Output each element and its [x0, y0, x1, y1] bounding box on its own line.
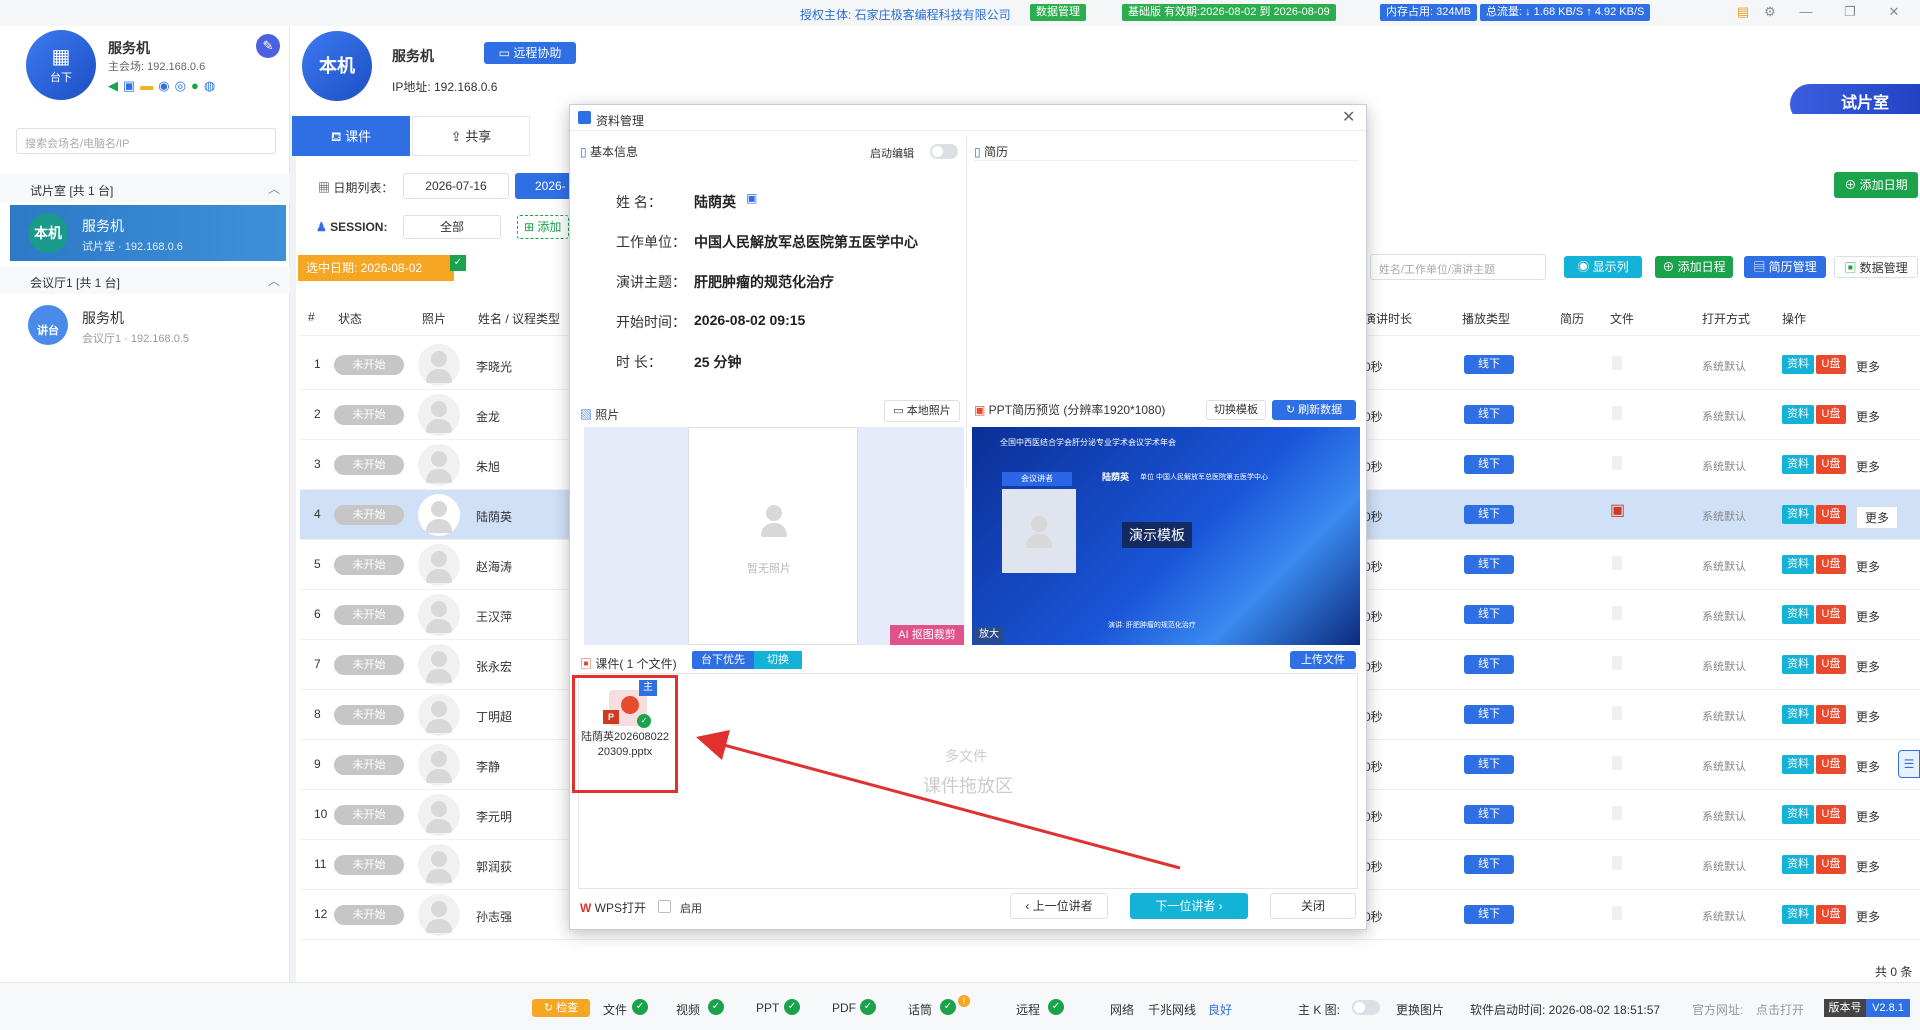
status-gigabit: 千兆网线 — [1148, 1003, 1197, 1017]
status-mic: 话筒 — [908, 1003, 933, 1017]
check-icon: ✓ — [860, 999, 876, 1015]
status-video: 视频 — [676, 1003, 701, 1017]
check-icon: ✓ — [784, 999, 800, 1015]
check-icon: ✓ — [708, 999, 724, 1015]
check-button[interactable]: ↻ 检查 — [532, 999, 590, 1017]
status-file: 文件 — [603, 1003, 628, 1017]
toggle-knob — [1354, 1002, 1365, 1013]
version-label: 版本号 — [1824, 999, 1866, 1017]
kmain-label: 主 K 图: — [1298, 1003, 1341, 1017]
status-remote: 远程 — [1016, 1003, 1041, 1017]
check-label: 检查 — [556, 1002, 579, 1014]
annotation-arrow — [696, 730, 1181, 870]
status-pdf: PDF — [832, 1001, 856, 1015]
check-icon: ✓ — [940, 999, 956, 1015]
open-site-link[interactable]: 点击打开 — [1756, 1001, 1804, 1018]
refresh-icon: ↻ — [543, 1002, 557, 1014]
check-icon: ✓ — [1048, 999, 1064, 1015]
start-time-text: 软件启动时间: 2026-08-02 18:51:57 — [1470, 1003, 1661, 1017]
official-site-label: 官方网址: — [1692, 1003, 1744, 1017]
check-icon: ✓ — [632, 999, 648, 1015]
status-ppt: PPT — [756, 1001, 780, 1015]
status-network: 网络 — [1110, 1003, 1135, 1017]
version-value: V2.8.1 — [1866, 999, 1910, 1017]
warning-icon: ! — [958, 995, 970, 1007]
status-good: 良好 — [1208, 1003, 1233, 1017]
change-image-button[interactable]: 更换图片 — [1396, 1001, 1444, 1018]
arrow-head — [696, 730, 730, 760]
status-bar: ↻ 检查 文件 ✓ 视频 ✓ PPT ✓ PDF ✓ 话筒 ✓! 远程 ✓ 网络 千兆网线 … — [0, 982, 1920, 1030]
arrow-shaft — [719, 742, 1181, 870]
kmain-toggle[interactable] — [1352, 1000, 1380, 1015]
